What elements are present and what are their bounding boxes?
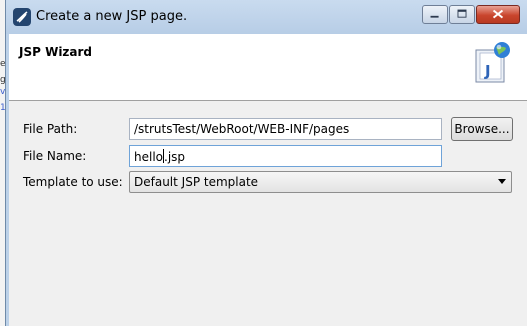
template-label: Template to use: xyxy=(23,175,123,189)
minimize-icon xyxy=(430,15,439,18)
window-title: Create a new JSP page. xyxy=(36,9,188,24)
chevron-down-icon xyxy=(498,179,506,184)
file-path-label: File Path: xyxy=(23,122,78,136)
file-name-field[interactable]: hello.jsp xyxy=(129,145,442,167)
maximize-icon xyxy=(457,9,467,18)
maximize-button[interactable] xyxy=(449,5,475,24)
jsp-globe-icon: J xyxy=(475,42,510,83)
dialog-body: JSP Wizard J File Path: /strutsTest/WebR… xyxy=(9,34,527,326)
template-select[interactable]: Default JSP template xyxy=(129,171,512,193)
file-name-extension: .jsp xyxy=(164,150,186,164)
template-selected-value: Default JSP template xyxy=(134,175,259,189)
eclipse-icon[interactable] xyxy=(13,8,31,26)
minimize-button[interactable] xyxy=(422,5,448,24)
title-bar[interactable]: Create a new JSP page. xyxy=(6,0,527,34)
file-path-field[interactable]: /strutsTest/WebRoot/WEB-INF/pages xyxy=(129,118,442,140)
close-icon xyxy=(492,9,504,19)
wizard-banner: JSP Wizard J xyxy=(9,34,527,101)
svg-text:J: J xyxy=(484,62,491,80)
dialog-window: Create a new JSP page. JSP Wizard J File… xyxy=(5,0,527,326)
browse-button[interactable]: Browse... xyxy=(451,117,513,141)
wizard-title: JSP Wizard xyxy=(19,45,93,59)
file-name-label: File Name: xyxy=(23,149,87,163)
close-button[interactable] xyxy=(476,5,520,24)
file-path-value: /strutsTest/WebRoot/WEB-INF/pages xyxy=(134,122,350,136)
file-name-text: hello xyxy=(134,150,163,164)
